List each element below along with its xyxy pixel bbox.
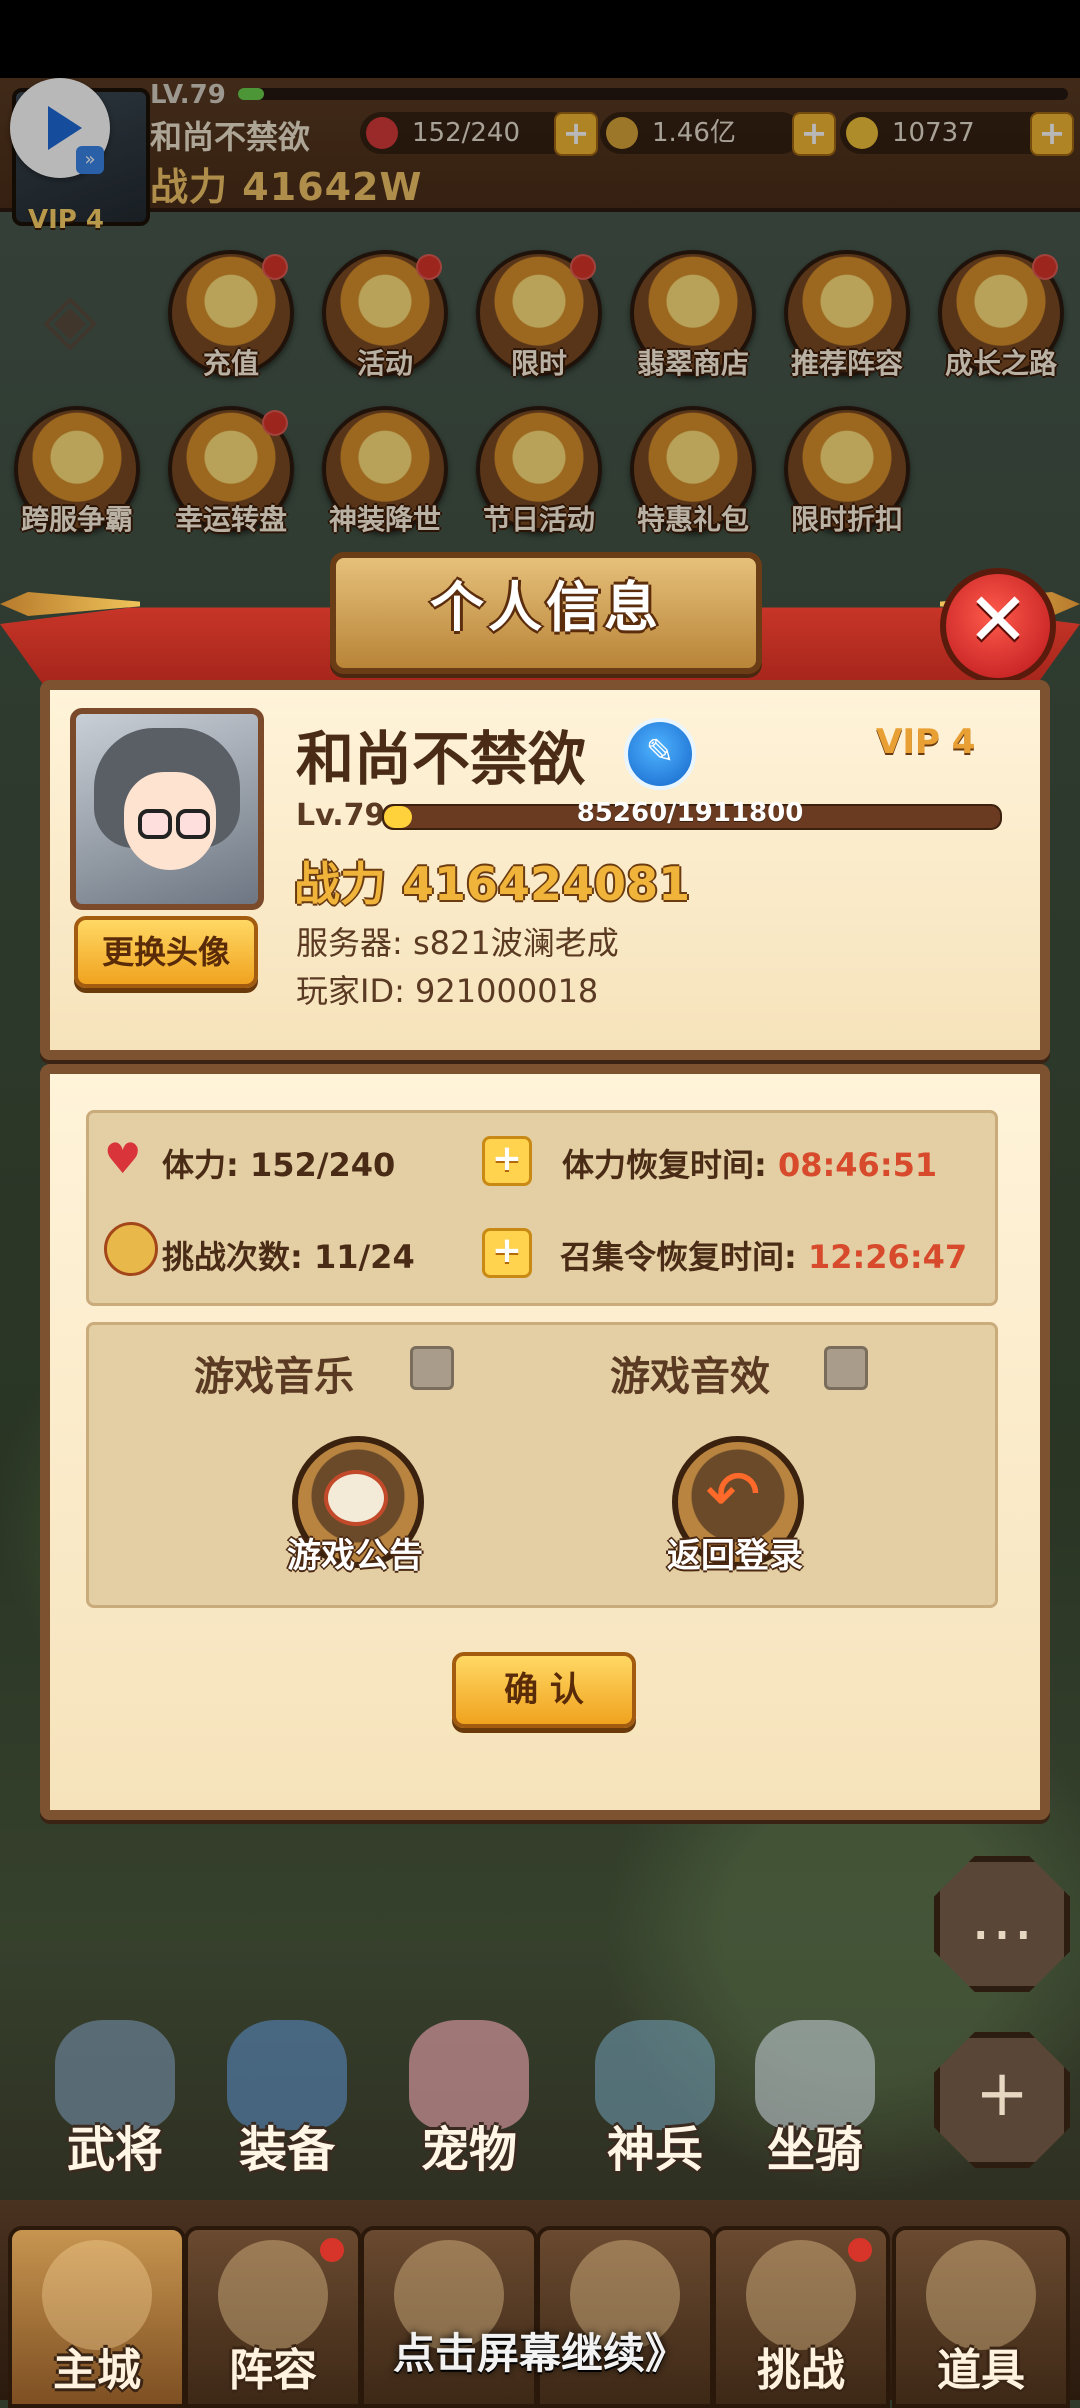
music-checkbox[interactable] [410, 1346, 454, 1390]
sound-checkbox[interactable] [824, 1346, 868, 1390]
stamina-recover-row: 体力恢复时间: 08:46:51 [562, 1140, 937, 1186]
sound-label: 游戏音效 [610, 1354, 770, 1400]
dialog-title: 个人信息 [430, 576, 662, 639]
edit-name-button[interactable]: ✎ [624, 718, 696, 790]
notification-dot [320, 2238, 344, 2262]
stamina-recover-label: 体力恢复时间: [562, 1146, 767, 1184]
confirm-button[interactable]: 确 认 [452, 1652, 636, 1728]
nav-mounts[interactable]: 坐骑 [740, 2020, 890, 2180]
summon-recover-label: 召集令恢复时间: [560, 1238, 797, 1276]
summon-recover-time: 12:26:47 [807, 1238, 968, 1276]
challenge-value: 11/24 [313, 1238, 415, 1276]
profile-power-label: 战力 [294, 857, 386, 911]
chat-bubble-icon: … [970, 1881, 1034, 1955]
stamina-recover-time: 08:46:51 [777, 1146, 938, 1184]
return-arrow-icon: ↶ [705, 1456, 761, 1533]
profile-power: 战力 416424081 [294, 848, 690, 914]
profile-power-value: 416424081 [402, 857, 691, 911]
change-avatar-button[interactable]: 更换头像 [74, 916, 258, 988]
profile-level: Lv.79 [296, 798, 386, 833]
player-id-value: 921000018 [415, 972, 599, 1010]
dialog-title-plate: 个人信息 [330, 552, 762, 674]
notice-label: 游戏公告 [287, 1536, 423, 1576]
player-id-label: 玩家ID: [296, 972, 405, 1010]
status-bar [0, 0, 1080, 78]
player-id-row: 玩家ID: 921000018 [296, 966, 598, 1012]
tap-to-continue[interactable]: 点击屏幕继续》 [0, 2320, 1080, 2381]
close-icon: ✕ [966, 577, 1029, 663]
profile-vip: VIP 4 [876, 722, 976, 762]
stamina-label: 体力: [162, 1146, 239, 1184]
add-challenge-button[interactable]: + [482, 1228, 532, 1278]
challenge-row: 挑战次数: 11/24 [162, 1232, 415, 1278]
stamina-value: 152/240 [249, 1146, 396, 1184]
horn-icon [324, 1470, 388, 1526]
stamina-row: 体力: 152/240 [162, 1140, 395, 1186]
nav-weapons[interactable]: 神兵 [580, 2020, 730, 2180]
server-row: 服务器: s821波澜老成 [296, 918, 619, 964]
close-button[interactable]: ✕ [940, 568, 1056, 684]
summon-recover-row: 召集令恢复时间: 12:26:47 [560, 1232, 967, 1278]
music-label: 游戏音乐 [194, 1354, 354, 1400]
nav-pets[interactable]: 宠物 [394, 2020, 544, 2180]
add-stamina-button[interactable]: + [482, 1136, 532, 1186]
profile-name: 和尚不禁欲 [296, 725, 587, 793]
pencil-icon: ✎ [645, 732, 675, 772]
chat-button[interactable]: … [934, 1856, 1070, 1992]
notification-dot [848, 2238, 872, 2262]
nav-generals[interactable]: 武将 [40, 2020, 190, 2180]
nav-equipment[interactable]: 装备 [212, 2020, 362, 2180]
xp-text: 85260/1911800 [576, 798, 804, 828]
challenge-label: 挑战次数: [162, 1238, 303, 1276]
challenge-badge-icon [104, 1222, 158, 1276]
server-label: 服务器: [296, 924, 403, 962]
heart-icon: ♥ [104, 1134, 142, 1183]
server-value: s821波澜老成 [412, 924, 619, 962]
plus-icon: + [975, 2057, 1029, 2131]
player-avatar [70, 708, 264, 910]
back-to-login-label: 返回登录 [667, 1536, 803, 1576]
